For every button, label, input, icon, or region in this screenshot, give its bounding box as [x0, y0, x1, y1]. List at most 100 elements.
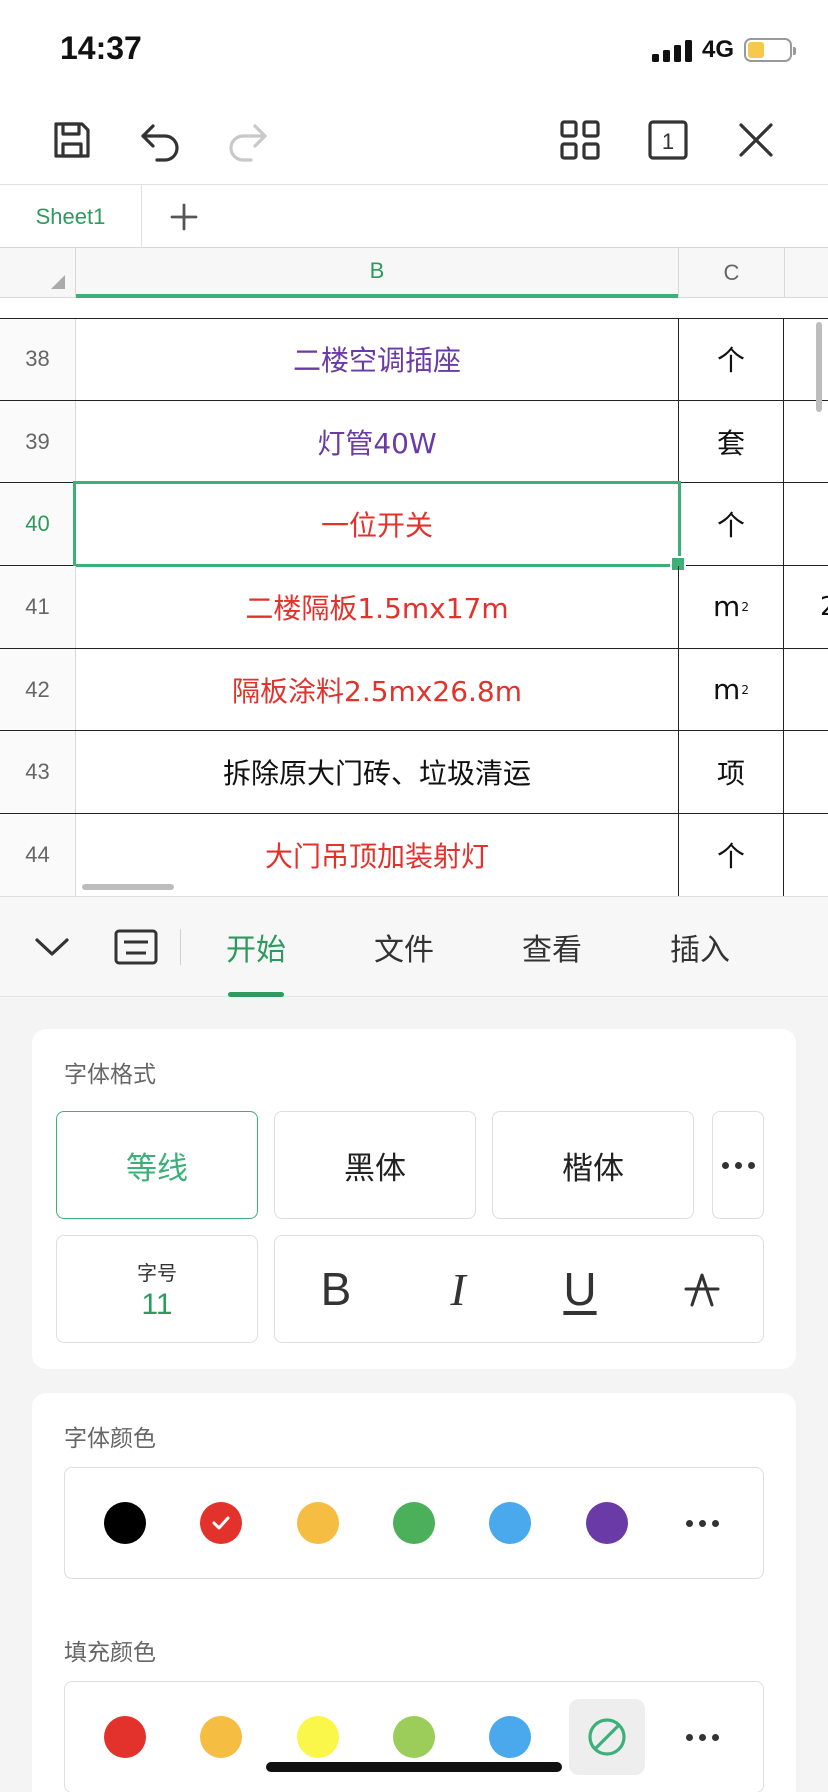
- save-icon[interactable]: [44, 112, 100, 168]
- text-style-group: B I U: [274, 1235, 764, 1343]
- font-color-red[interactable]: [183, 1485, 259, 1561]
- spreadsheet-grid[interactable]: B C 38 二楼空调插座 个 39 灯管40W 套 40 一位开关 个 41 …: [0, 248, 828, 896]
- cell-c41-unit: m: [713, 590, 741, 624]
- font-format-title: 字体格式: [64, 1062, 156, 1088]
- home-indicator[interactable]: [266, 1762, 562, 1772]
- keyboard-icon[interactable]: [108, 919, 164, 975]
- fill-color-orange[interactable]: [183, 1699, 259, 1775]
- font-color-purple[interactable]: [569, 1485, 645, 1561]
- no-fill-icon: [587, 1718, 626, 1756]
- cell-c42-sup: 2: [741, 682, 749, 697]
- horizontal-scrollbar[interactable]: [82, 884, 174, 890]
- font-format-card: 字体格式 等线 黑体 楷体 字号 11 B I U: [32, 1029, 796, 1369]
- format-panel: 开始 文件 查看 插入 字体格式 等线 黑体 楷体 字号 11 B I U 字体…: [0, 896, 828, 1792]
- table-row[interactable]: 40 一位开关 个: [0, 481, 828, 573]
- underline-label: U: [563, 1263, 597, 1315]
- font-color-orange[interactable]: [280, 1485, 356, 1561]
- status-bar: 14:37 4G: [0, 0, 828, 100]
- battery-icon: [744, 38, 796, 62]
- font-size-button[interactable]: 字号 11: [56, 1235, 258, 1343]
- table-row[interactable]: 43 拆除原大门砖、垃圾清运 项: [0, 731, 828, 815]
- column-header-b[interactable]: B: [76, 248, 678, 298]
- cell-d41[interactable]: 2: [784, 566, 828, 648]
- select-all-corner[interactable]: [0, 248, 76, 298]
- cell-c40[interactable]: 个: [678, 483, 784, 566]
- row-number[interactable]: 39: [0, 400, 76, 483]
- cell-c44[interactable]: 个: [678, 814, 784, 896]
- sheet-tab-sheet1[interactable]: Sheet1: [0, 185, 142, 248]
- fill-color-red[interactable]: [87, 1699, 163, 1775]
- more-icon: [686, 1733, 720, 1741]
- cell-b43[interactable]: 拆除原大门砖、垃圾清运: [76, 731, 678, 813]
- chevron-down-icon[interactable]: [24, 919, 80, 975]
- table-row[interactable]: 42 隔板涂料2.5mx26.8m m2: [0, 648, 828, 732]
- more-fonts-button[interactable]: [712, 1111, 764, 1219]
- table-row[interactable]: 38 二楼空调插座 个: [0, 318, 828, 401]
- network-type: 4G: [701, 36, 734, 63]
- font-kaiti-button[interactable]: 楷体: [492, 1111, 694, 1219]
- strikethrough-button[interactable]: [657, 1244, 747, 1334]
- row-number[interactable]: 41: [0, 566, 76, 648]
- status-indicators: 4G: [651, 36, 796, 64]
- table-row[interactable]: 39 灯管40W 套: [0, 400, 828, 484]
- font-color-black[interactable]: [87, 1485, 163, 1561]
- cell-b42[interactable]: 隔板涂料2.5mx26.8m: [76, 649, 678, 731]
- tab-insert[interactable]: 插入: [640, 897, 760, 997]
- no-fill-button[interactable]: [568, 1699, 645, 1775]
- row-number[interactable]: 40: [0, 483, 76, 566]
- cell-d42[interactable]: [784, 649, 828, 731]
- fill-color-swatches: [64, 1681, 764, 1792]
- tab-divider: [180, 929, 181, 965]
- cell-c42-unit: m: [713, 673, 741, 707]
- cell-d44[interactable]: [784, 814, 828, 896]
- sheet-count-icon[interactable]: 1: [640, 112, 696, 168]
- row-number[interactable]: 38: [0, 319, 76, 400]
- redo-icon[interactable]: [220, 112, 276, 168]
- sheet-tab-bar: Sheet1: [0, 184, 828, 248]
- row-number[interactable]: 44: [0, 814, 76, 896]
- panel-tab-bar: 开始 文件 查看 插入: [0, 897, 828, 997]
- more-icon: [721, 1161, 755, 1169]
- vertical-scrollbar[interactable]: [816, 322, 822, 412]
- cell-d40[interactable]: [784, 483, 828, 565]
- italic-button[interactable]: I: [413, 1244, 503, 1334]
- bold-button[interactable]: B: [291, 1244, 381, 1334]
- cell-d43[interactable]: [784, 731, 828, 813]
- grid-rows: 38 二楼空调插座 个 39 灯管40W 套 40 一位开关 个 41 二楼隔板…: [0, 318, 828, 896]
- cell-c42[interactable]: m2: [678, 648, 784, 731]
- tab-start[interactable]: 开始: [196, 897, 316, 997]
- undo-icon[interactable]: [132, 112, 188, 168]
- underline-button[interactable]: U: [535, 1244, 625, 1334]
- font-color-swatches: [64, 1467, 764, 1579]
- cell-b40[interactable]: 一位开关: [76, 483, 678, 565]
- font-color-blue[interactable]: [472, 1485, 548, 1561]
- status-time: 14:37: [60, 30, 142, 66]
- cell-c39[interactable]: 套: [678, 400, 784, 483]
- tab-view[interactable]: 查看: [492, 897, 612, 997]
- row-number[interactable]: 43: [0, 731, 76, 814]
- font-dengxian-button[interactable]: 等线: [56, 1111, 258, 1219]
- cell-b38[interactable]: 二楼空调插座: [76, 319, 678, 400]
- table-row[interactable]: 41 二楼隔板1.5mx17m m2 2: [0, 566, 828, 649]
- plus-icon[interactable]: [160, 189, 208, 245]
- color-card: 字体颜色 填充颜色: [32, 1393, 796, 1792]
- font-heiti-button[interactable]: 黑体: [274, 1111, 476, 1219]
- column-header-c[interactable]: C: [678, 248, 784, 298]
- close-icon[interactable]: [728, 112, 784, 168]
- font-color-green[interactable]: [376, 1485, 452, 1561]
- cell-b41[interactable]: 二楼隔板1.5mx17m: [76, 566, 678, 648]
- more-font-colors-button[interactable]: [665, 1485, 741, 1561]
- row-number[interactable]: 42: [0, 648, 76, 731]
- cell-c43[interactable]: 项: [678, 731, 784, 814]
- font-color-title: 字体颜色: [64, 1426, 156, 1452]
- cell-c41[interactable]: m2: [678, 566, 784, 648]
- cell-b39[interactable]: 灯管40W: [76, 401, 678, 483]
- bold-label: B: [320, 1263, 352, 1315]
- column-header-d[interactable]: [784, 248, 828, 298]
- top-toolbar: 1: [0, 100, 828, 184]
- cell-d39[interactable]: [784, 401, 828, 483]
- grid-view-icon[interactable]: [552, 112, 608, 168]
- cell-c38[interactable]: 个: [678, 319, 784, 400]
- more-fill-colors-button[interactable]: [665, 1699, 741, 1775]
- tab-file[interactable]: 文件: [344, 897, 464, 997]
